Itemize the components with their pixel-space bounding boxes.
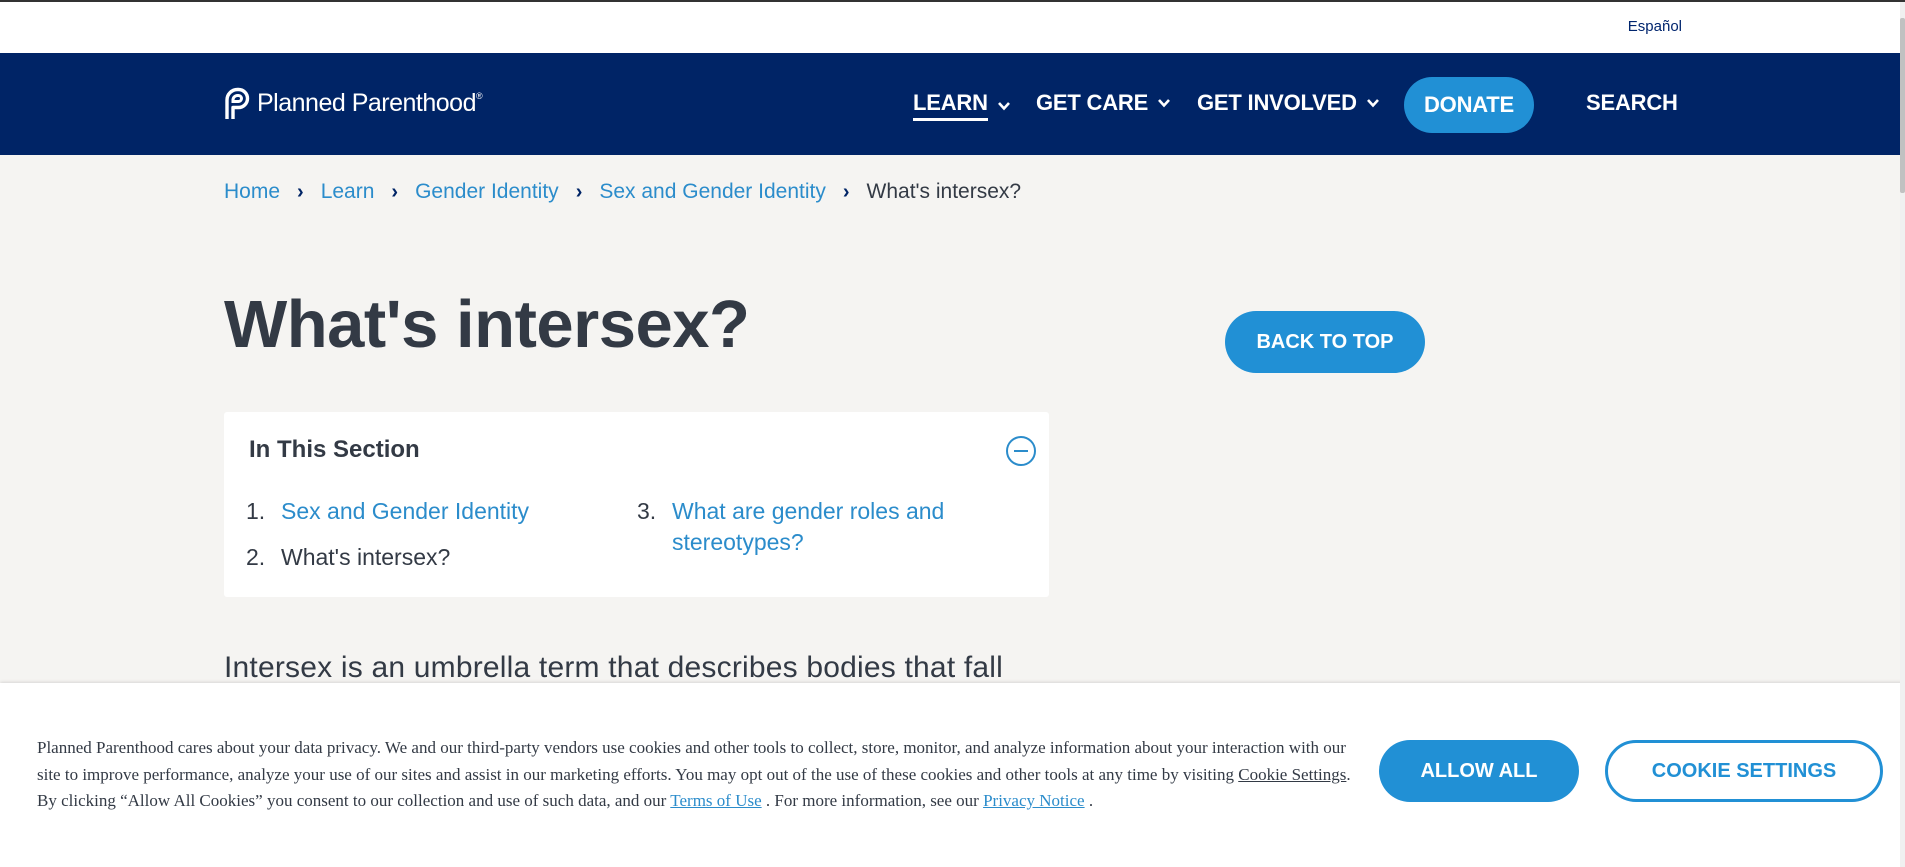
breadcrumb-separator-icon: ›: [297, 180, 304, 203]
scrollbar-thumb[interactable]: [1900, 18, 1905, 193]
breadcrumb-home[interactable]: Home: [224, 180, 280, 204]
breadcrumb-sex-and-gender-identity[interactable]: Sex and Gender Identity: [599, 180, 825, 204]
site-header: Planned Parenthood® LEARN GET CARE GET I…: [0, 53, 1900, 155]
back-to-top-button[interactable]: BACK TO TOP: [1225, 311, 1425, 373]
section-title: In This Section: [249, 436, 420, 463]
section-item: 3. What are gender roles and stereotypes…: [637, 496, 1017, 558]
breadcrumb-gender-identity[interactable]: Gender Identity: [415, 180, 559, 204]
allow-all-button[interactable]: ALLOW ALL: [1379, 740, 1579, 802]
section-item: 1. Sex and Gender Identity: [246, 496, 606, 527]
collapse-minus-icon[interactable]: [1006, 436, 1036, 466]
intro-paragraph: Intersex is an umbrella term that descri…: [224, 651, 1004, 684]
breadcrumb-separator-icon: ›: [575, 180, 583, 203]
nav-get-involved-label: GET INVOLVED: [1197, 90, 1357, 115]
section-item-current: What's intersex?: [281, 544, 451, 570]
terms-of-use-link[interactable]: Terms of Use: [670, 791, 761, 810]
language-link[interactable]: Español: [1628, 18, 1682, 35]
nav-learn[interactable]: LEARN: [913, 90, 1011, 121]
section-item-number: 2.: [246, 544, 266, 570]
section-item-link[interactable]: What are gender roles and stereotypes?: [672, 496, 944, 558]
chevron-down-icon: [1366, 99, 1379, 108]
nav-get-care[interactable]: GET CARE: [1036, 90, 1171, 116]
section-item-link[interactable]: Sex and Gender Identity: [281, 496, 529, 527]
chevron-down-icon: [1158, 99, 1171, 108]
search-button[interactable]: SEARCH: [1586, 90, 1678, 116]
breadcrumb-current: What's intersex?: [866, 180, 1022, 203]
site-logo[interactable]: Planned Parenthood®: [224, 86, 483, 120]
breadcrumb-separator-icon: ›: [842, 180, 850, 203]
cookie-settings-button[interactable]: COOKIE SETTINGS: [1605, 740, 1883, 802]
nav-get-involved[interactable]: GET INVOLVED: [1197, 90, 1380, 116]
section-item-number: 3.: [637, 498, 657, 524]
cookie-settings-link[interactable]: Cookie Settings: [1238, 765, 1346, 784]
breadcrumb: Home › Learn › Gender Identity › Sex and…: [224, 180, 1021, 204]
nav-get-care-label: GET CARE: [1036, 90, 1149, 115]
chevron-down-icon: [997, 101, 1010, 110]
logo-text: Planned Parenthood®: [257, 88, 483, 117]
cookie-message: Planned Parenthood cares about your data…: [37, 738, 1351, 810]
donate-button[interactable]: DONATE: [1404, 77, 1534, 133]
page-scrollbar[interactable]: [1900, 2, 1905, 867]
page-title: What's intersex?: [224, 287, 750, 362]
logo-icon: [225, 87, 250, 119]
section-item-number: 1.: [246, 498, 266, 524]
breadcrumb-learn[interactable]: Learn: [321, 180, 375, 204]
nav-learn-label: LEARN: [913, 90, 988, 121]
section-item: 2. What's intersex?: [246, 542, 606, 573]
breadcrumb-separator-icon: ›: [391, 180, 399, 203]
utility-bar: Español: [0, 2, 1900, 53]
privacy-notice-link[interactable]: Privacy Notice: [983, 791, 1085, 810]
in-this-section-panel: In This Section 1. Sex and Gender Identi…: [224, 412, 1049, 597]
cookie-banner: Planned Parenthood cares about your data…: [0, 683, 1905, 867]
